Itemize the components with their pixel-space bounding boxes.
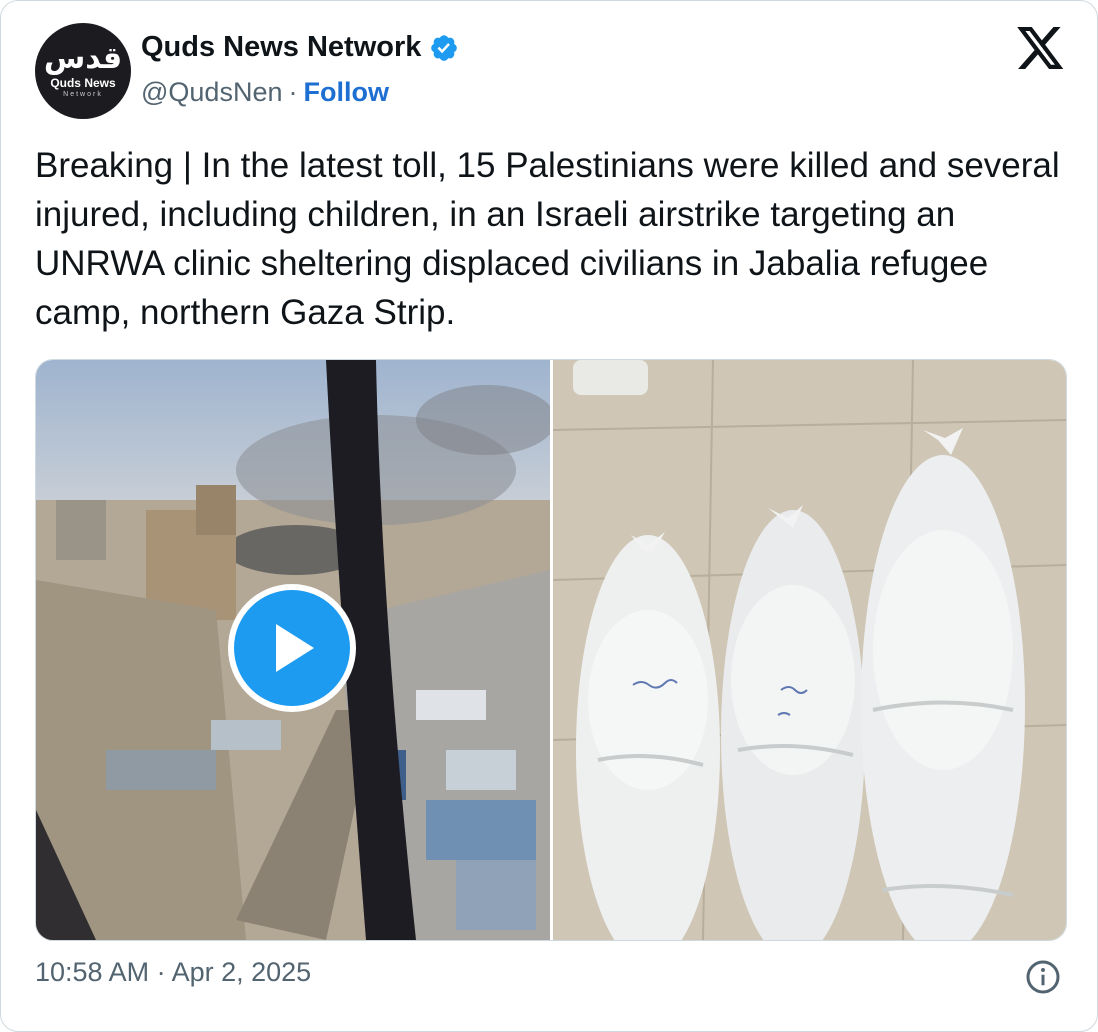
separator-dot: · bbox=[288, 77, 298, 107]
author-name-row: Quds News Network bbox=[141, 31, 459, 64]
info-icon[interactable] bbox=[1025, 959, 1061, 995]
author-handle-row: @QudsNen · Follow bbox=[141, 77, 389, 108]
media-grid bbox=[35, 359, 1067, 941]
photo-thumbnail[interactable] bbox=[553, 360, 1066, 940]
tweet-text: Breaking | In the latest toll, 15 Palest… bbox=[35, 146, 1060, 332]
play-icon-wrapper bbox=[234, 590, 350, 706]
photo-scene bbox=[553, 360, 1066, 940]
avatar[interactable]: قدس Quds News Network bbox=[35, 23, 131, 119]
author-display-name[interactable]: Quds News Network bbox=[141, 31, 421, 64]
author-handle[interactable]: @QudsNen bbox=[141, 77, 282, 108]
avatar-logo-arabic: قدس bbox=[43, 40, 123, 76]
play-icon bbox=[276, 624, 314, 672]
avatar-logo-english: Quds News bbox=[50, 75, 116, 90]
tweet-card: قدس Quds News Network Quds News Network … bbox=[0, 0, 1098, 1032]
play-button[interactable] bbox=[228, 584, 356, 712]
follow-button[interactable]: Follow bbox=[303, 77, 388, 108]
verified-badge-icon bbox=[431, 34, 458, 61]
tweet-timestamp[interactable]: 10:58 AM · Apr 2, 2025 bbox=[35, 957, 311, 988]
video-thumbnail[interactable] bbox=[36, 360, 550, 940]
x-logo-icon[interactable] bbox=[1017, 27, 1065, 71]
avatar-logo-subtitle: Network bbox=[63, 90, 103, 98]
